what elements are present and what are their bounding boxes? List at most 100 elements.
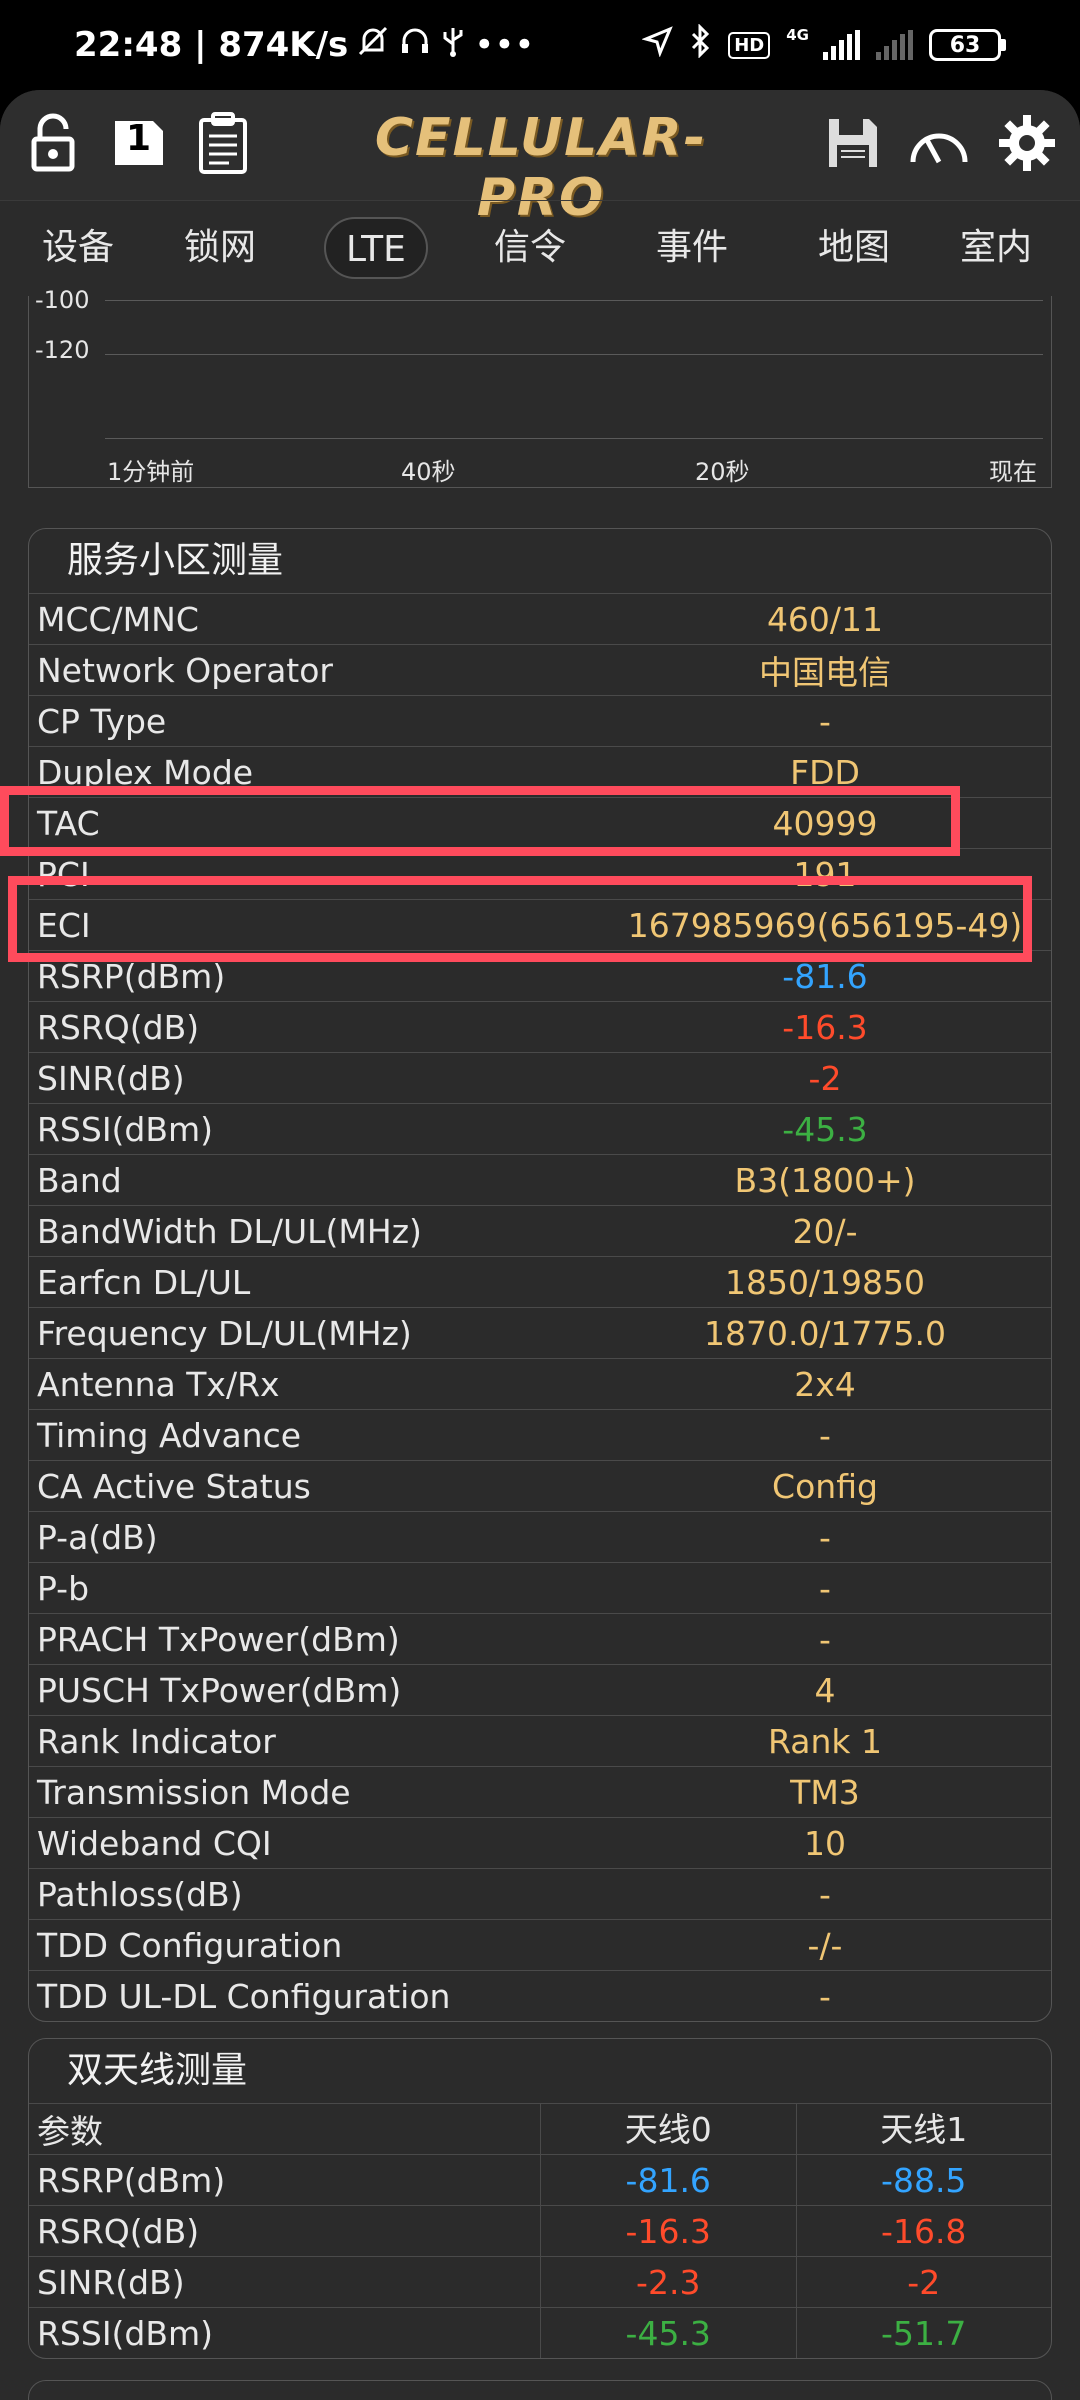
row-value: 4	[814, 1670, 836, 1710]
tab-bar: 设备 锁网 LTE 信令 事件 地图 室内	[0, 200, 1080, 292]
row-value: 1850/19850	[724, 1262, 926, 1302]
chart-gridline	[105, 300, 1043, 301]
table-row: Timing Advance -	[29, 1409, 1051, 1460]
tab-map[interactable]: 地图	[818, 217, 890, 279]
settings-gear-icon[interactable]	[992, 108, 1062, 178]
app-title: CELLULAR-PRO	[374, 108, 708, 228]
table-row: Frequency DL/UL(MHz) 1870.0/1775.0	[29, 1307, 1051, 1358]
row-value: 2x4	[794, 1364, 856, 1404]
hd-badge: HD	[728, 31, 771, 59]
row-value: -	[819, 1517, 831, 1557]
table-row: CA Active Status Config	[29, 1460, 1051, 1511]
app-toolbar: 1 CELLULAR-PRO	[0, 90, 1080, 228]
row-value: B3(1800+)	[734, 1160, 916, 1200]
save-icon[interactable]	[818, 108, 888, 178]
table-row: TDD UL-DL Configuration -	[29, 1970, 1051, 2021]
table-header-row: 参数 天线0 天线1	[29, 2103, 1052, 2155]
row-value: 1870.0/1775.0	[703, 1313, 947, 1353]
row-value: 460/11	[766, 599, 884, 639]
row-value: -/-	[807, 1925, 843, 1965]
chart-x-label: 现在	[989, 458, 1037, 486]
section-title: 双天线测量	[67, 2050, 248, 2091]
chart-x-label: 1分钟前	[107, 458, 195, 486]
antenna1-value: -51.7	[795, 2307, 1052, 2358]
headphones-icon	[398, 24, 432, 67]
signal-sim2-icon	[876, 30, 913, 60]
network-type: 4G	[786, 25, 809, 44]
battery-level: 63	[929, 29, 1001, 61]
row-value: 10	[804, 1823, 846, 1863]
usb-icon	[440, 24, 466, 67]
antenna1-value: -2	[795, 2256, 1052, 2308]
row-value: 中国电信	[759, 653, 891, 692]
sim-slot-button[interactable]: 1	[104, 108, 174, 178]
serving-cell-section: 服务小区测量 MCC/MNC 460/11 Network Operator 中国电信…	[28, 528, 1052, 2022]
tac-highlight-box	[0, 786, 960, 856]
antenna1-value: -16.8	[795, 2205, 1052, 2257]
more-icon: •••	[474, 25, 535, 65]
row-value: Rank 1	[768, 1721, 882, 1761]
chart-y-label: -100	[35, 286, 90, 314]
row-value: -	[819, 1619, 831, 1659]
table-row: Pathloss(dB) -	[29, 1868, 1051, 1919]
table-row: RSSI(dBm) -45.3 -51.7	[29, 2307, 1051, 2358]
table-row: SINR(dB) -2	[29, 1052, 1051, 1103]
row-value: 20/-	[792, 1211, 858, 1251]
chart-x-label: 40秒	[401, 458, 456, 486]
dual-antenna-section: 双天线测量 参数 天线0 天线1 RSRP(dBm) -81.6 -88.5 RSRQ…	[28, 2038, 1052, 2359]
table-row: Wideband CQI 10	[29, 1817, 1051, 1868]
chart-x-label: 20秒	[695, 458, 750, 486]
row-param: RSRQ(dB)	[37, 2211, 200, 2251]
speed-test-icon[interactable]	[904, 108, 974, 178]
tab-lte[interactable]: LTE	[324, 217, 428, 279]
antenna1-value: -88.5	[795, 2154, 1052, 2206]
table-row: Band B3(1800+)	[29, 1154, 1051, 1205]
table-row: Earfcn DL/UL 1850/19850	[29, 1256, 1051, 1307]
table-row: P-b -	[29, 1562, 1051, 1613]
table-row: CP Type -	[29, 695, 1051, 746]
table-row: Rank Indicator Rank 1	[29, 1715, 1051, 1766]
lock-icon[interactable]	[18, 108, 88, 178]
table-row: RSSI(dBm) -45.3	[29, 1103, 1051, 1154]
table-row: P-a(dB) -	[29, 1511, 1051, 1562]
status-time-speed: 22:48 | 874K/s	[74, 25, 349, 65]
row-value: -	[819, 1415, 831, 1455]
tab-device[interactable]: 设备	[42, 217, 114, 279]
chart-y-label: -120	[35, 336, 90, 364]
table-row: PUSCH TxPower(dBm) 4	[29, 1664, 1051, 1715]
table-row: SINR(dB) -2.3 -2	[29, 2256, 1052, 2308]
antenna0-value: -81.6	[540, 2154, 796, 2206]
clipboard-icon[interactable]	[188, 108, 258, 178]
row-value: -	[819, 1568, 831, 1608]
row-value: -	[819, 1874, 831, 1914]
tab-lock-network[interactable]: 锁网	[184, 217, 256, 279]
column-header: 天线0	[540, 2103, 796, 2155]
section-title: 服务小区测量	[67, 540, 284, 581]
row-value: -16.3	[782, 1007, 868, 1047]
table-row: RSRQ(dB) -16.3 -16.8	[29, 2205, 1052, 2257]
tab-signaling[interactable]: 信令	[494, 217, 566, 279]
row-value: -81.6	[782, 956, 868, 996]
tab-indoor[interactable]: 室内	[960, 217, 1032, 279]
column-header: 天线1	[795, 2103, 1052, 2155]
next-section-panel	[28, 2380, 1052, 2400]
chart-gridline	[105, 354, 1043, 355]
signal-strength-icon	[823, 30, 860, 60]
table-row: Antenna Tx/Rx 2x4	[29, 1358, 1051, 1409]
row-value: TM3	[790, 1772, 860, 1812]
antenna0-value: -2.3	[540, 2256, 796, 2308]
sim-slot-label: 1	[126, 118, 152, 159]
bluetooth-icon	[690, 22, 712, 67]
table-row: PRACH TxPower(dBm) -	[29, 1613, 1051, 1664]
row-value: -2	[808, 1058, 842, 1098]
location-icon	[641, 25, 674, 66]
eci-highlight-box	[8, 876, 1032, 962]
status-bar: 22:48 | 874K/s ••• HD 4G 63	[0, 0, 1080, 90]
app-window: 1 CELLULAR-PRO 设备 锁网 LTE 信令 事件 地图 室内 -10…	[0, 90, 1080, 2400]
table-row: TDD Configuration -/-	[29, 1919, 1051, 1970]
tab-events[interactable]: 事件	[656, 217, 728, 279]
table-row: MCC/MNC 460/11	[29, 593, 1051, 644]
table-row: Transmission Mode TM3	[29, 1766, 1051, 1817]
row-value: -	[819, 701, 831, 741]
signal-chart: -100 -120 1分钟前 40秒 20秒 现在	[28, 286, 1052, 488]
